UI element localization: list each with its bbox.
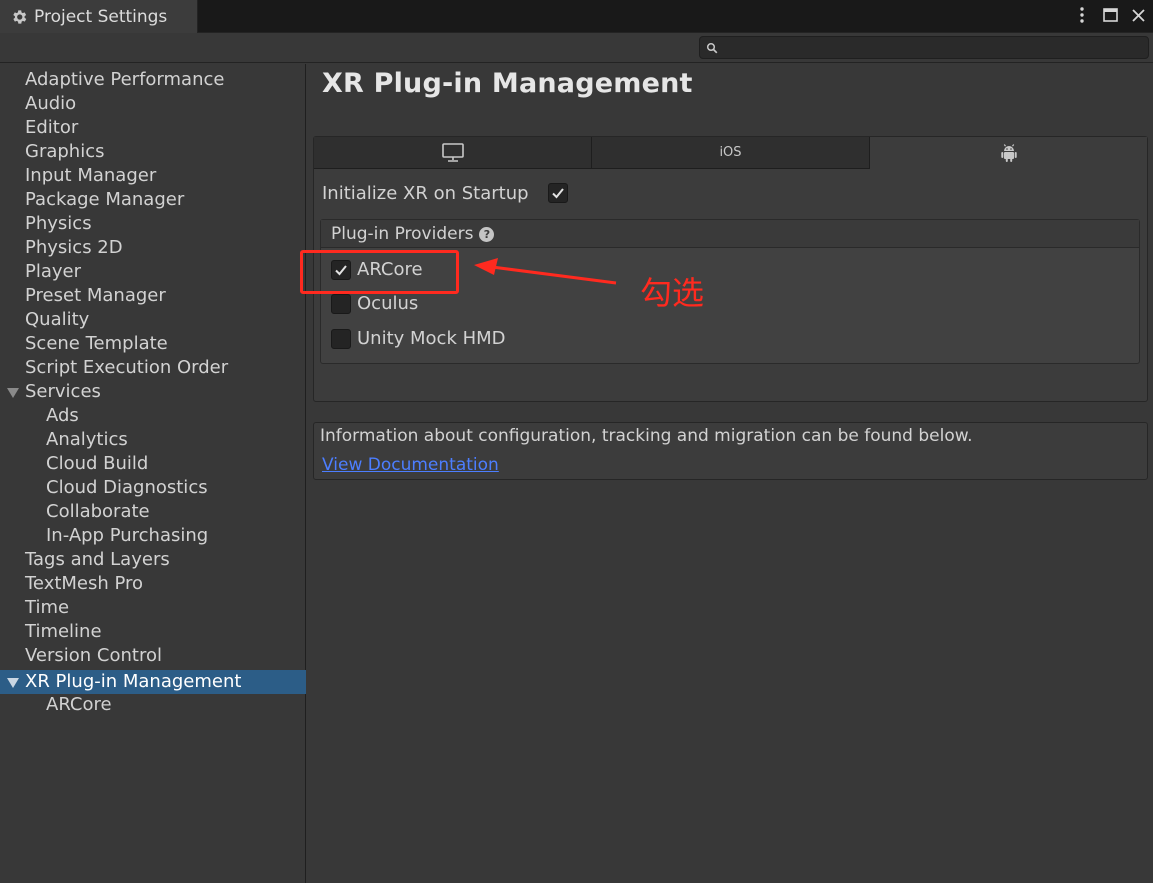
sidebar-item-arcore[interactable]: ARCore: [0, 693, 306, 717]
info-box: Information about configuration, trackin…: [313, 422, 1148, 480]
help-icon[interactable]: ?: [479, 226, 495, 242]
sidebar-item-collaborate[interactable]: Collaborate: [0, 500, 306, 524]
init-xr-label: Initialize XR on Startup: [322, 183, 529, 204]
sidebar-item-xr-plugin-management[interactable]: XR Plug-in Management: [0, 670, 306, 694]
annotation-text: 勾选: [640, 274, 705, 312]
tab-ios-label: iOS: [719, 145, 742, 160]
android-icon: [1000, 144, 1017, 162]
sidebar-item-scene-template[interactable]: Scene Template: [0, 332, 306, 356]
view-documentation-link[interactable]: View Documentation: [322, 455, 499, 475]
sidebar-item-preset-manager[interactable]: Preset Manager: [0, 284, 306, 308]
unity-mock-hmd-checkbox[interactable]: [331, 329, 351, 349]
gear-icon: [13, 9, 27, 24]
foldout-arrow-icon[interactable]: [7, 388, 19, 398]
monitor-icon: [441, 143, 464, 162]
sidebar-item-analytics[interactable]: Analytics: [0, 428, 306, 452]
tab-title: Project Settings: [34, 6, 168, 27]
tab-android[interactable]: [870, 137, 1147, 169]
sidebar-item-services[interactable]: Services: [0, 380, 306, 404]
sidebar-item-audio[interactable]: Audio: [0, 92, 306, 116]
maximize-icon[interactable]: [1101, 4, 1119, 26]
platform-tabs: iOS: [314, 137, 1147, 169]
plugin-providers-header: Plug-in Providers?: [321, 220, 1139, 248]
window-controls: [1073, 4, 1147, 26]
sidebar-item-editor[interactable]: Editor: [0, 116, 306, 140]
sidebar-item-tags-and-layers[interactable]: Tags and Layers: [0, 548, 306, 572]
sidebar-item-timeline[interactable]: Timeline: [0, 620, 306, 644]
init-xr-row: Initialize XR on Startup: [322, 181, 822, 207]
sidebar-item-quality[interactable]: Quality: [0, 308, 306, 332]
sidebar-item-physics-2d[interactable]: Physics 2D: [0, 236, 306, 260]
sidebar-item-input-manager[interactable]: Input Manager: [0, 164, 306, 188]
sidebar-item-in-app-purchasing[interactable]: In-App Purchasing: [0, 524, 306, 548]
tab-standalone[interactable]: [314, 137, 592, 169]
sidebar-item-ads[interactable]: Ads: [0, 404, 306, 428]
project-settings-tab[interactable]: Project Settings: [0, 0, 198, 33]
sidebar-item-physics[interactable]: Physics: [0, 212, 306, 236]
sidebar-item-adaptive-performance[interactable]: Adaptive Performance: [0, 68, 306, 92]
plugin-providers-label: Plug-in Providers: [331, 224, 474, 244]
unity-mock-hmd-label: Unity Mock HMD: [357, 328, 506, 349]
checkmark-icon: [552, 188, 564, 199]
sidebar-item-time[interactable]: Time: [0, 596, 306, 620]
sidebar-item-cloud-build[interactable]: Cloud Build: [0, 452, 306, 476]
info-text: Information about configuration, trackin…: [320, 426, 973, 446]
tab-ios[interactable]: iOS: [592, 137, 870, 169]
search-icon: [706, 42, 718, 54]
oculus-checkbox[interactable]: [331, 294, 351, 314]
provider-unity-mock-hmd: Unity Mock HMD: [331, 327, 731, 353]
settings-sidebar: Adaptive Performance Audio Editor Graphi…: [0, 64, 306, 883]
sidebar-item-textmesh-pro[interactable]: TextMesh Pro: [0, 572, 306, 596]
settings-main-panel: XR Plug-in Management iOS Initialize XR …: [307, 64, 1153, 883]
annotation-arrow-icon: [474, 258, 617, 285]
oculus-label: Oculus: [357, 293, 419, 314]
toolbar-search-row: [0, 33, 1153, 63]
page-title: XR Plug-in Management: [322, 68, 693, 99]
sidebar-item-package-manager[interactable]: Package Manager: [0, 188, 306, 212]
init-xr-checkbox[interactable]: [548, 183, 568, 203]
close-icon[interactable]: [1129, 4, 1147, 26]
title-bar: Project Settings: [0, 0, 1153, 33]
sidebar-item-player[interactable]: Player: [0, 260, 306, 284]
annotation-highlight-box: [300, 250, 459, 294]
project-settings-window: Project Settings Adaptive Performance Au…: [0, 0, 1153, 883]
sidebar-item-graphics[interactable]: Graphics: [0, 140, 306, 164]
more-options-icon[interactable]: [1073, 4, 1091, 26]
foldout-arrow-icon[interactable]: [7, 678, 19, 688]
sidebar-item-script-execution-order[interactable]: Script Execution Order: [0, 356, 306, 380]
search-input[interactable]: [699, 36, 1149, 59]
sidebar-item-cloud-diagnostics[interactable]: Cloud Diagnostics: [0, 476, 306, 500]
sidebar-item-version-control[interactable]: Version Control: [0, 644, 306, 668]
